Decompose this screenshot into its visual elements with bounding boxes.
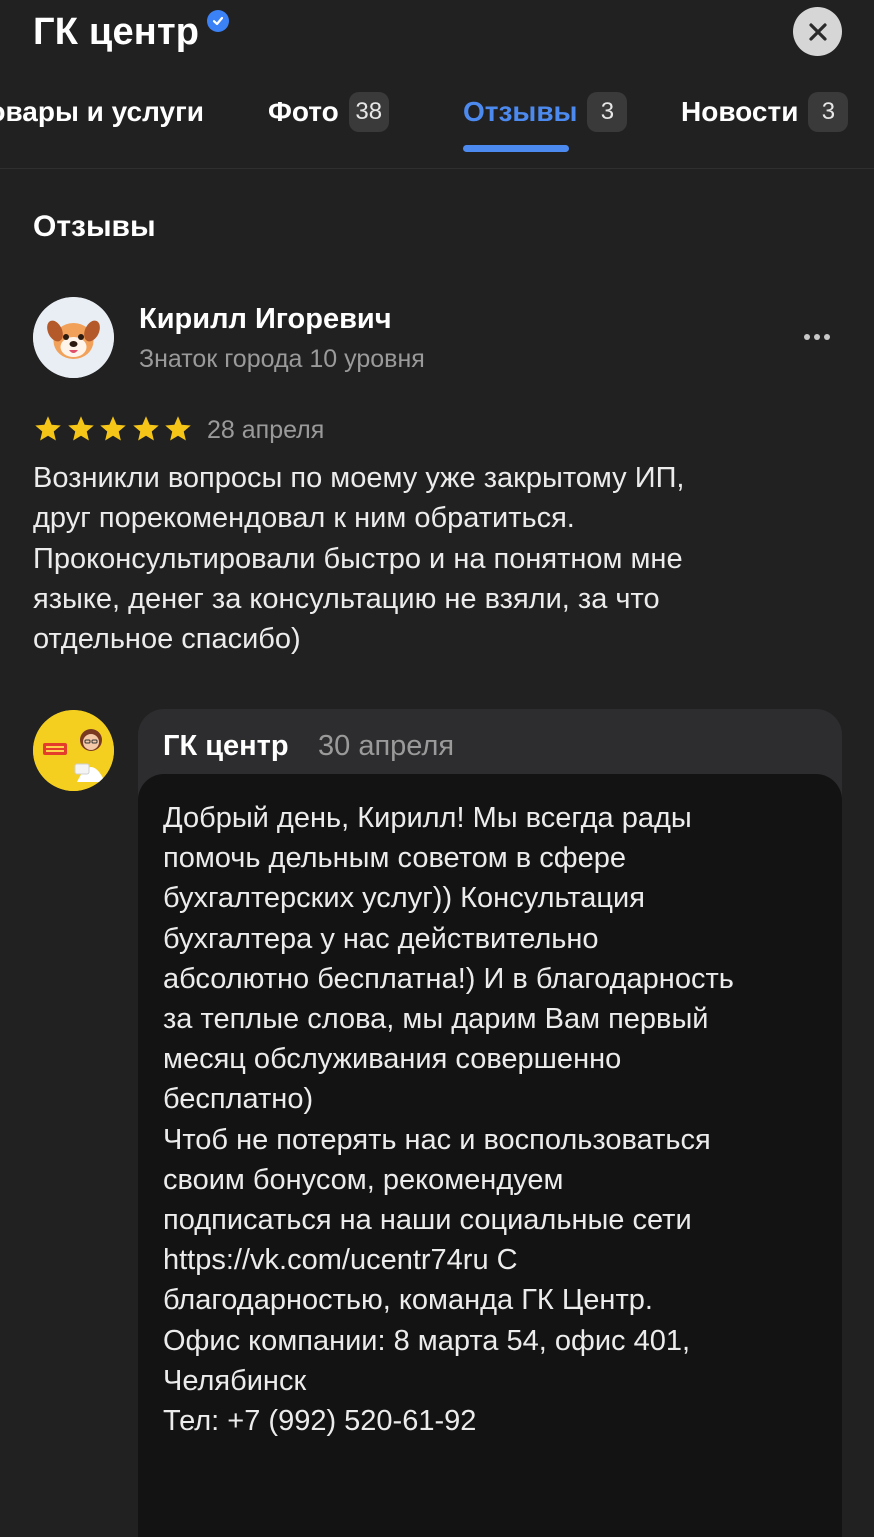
- tab-photo[interactable]: Фото 38: [268, 88, 389, 168]
- close-icon: [808, 22, 827, 41]
- star-icon: [67, 416, 94, 441]
- more-options-button[interactable]: [796, 320, 838, 354]
- star-icon: [165, 416, 191, 441]
- star-icon: [35, 416, 61, 441]
- tab-news[interactable]: Новости 3: [681, 88, 849, 168]
- reply-company-name[interactable]: ГК центр: [163, 725, 289, 767]
- organization-reviews-screen: ГК центр Товары и услуги Фото 38 Отзывы …: [0, 0, 874, 1537]
- count-badge: 38: [348, 92, 389, 132]
- page-title: ГК центр: [33, 11, 200, 53]
- tab-label: Отзывы: [463, 96, 578, 127]
- tab-label: Товары и услуги: [0, 96, 204, 127]
- tab-label: Фото: [268, 96, 339, 127]
- reply-text: Добрый день, Кирилл! Мы всегда рады помо…: [163, 802, 734, 1438]
- tab-goods-services[interactable]: Товары и услуги: [0, 88, 204, 168]
- verified-check-icon: [207, 10, 230, 32]
- header: ГК центр Товары и услуги Фото 38 Отзывы …: [0, 0, 874, 169]
- tab-label: Новости: [681, 96, 799, 127]
- close-button[interactable]: [793, 7, 842, 56]
- reply-date: 30 апреля: [318, 730, 455, 762]
- rating-stars: [33, 414, 196, 444]
- review-author-level: Знаток города 10 уровня: [139, 345, 425, 373]
- company-logo-avatar-icon[interactable]: [33, 710, 114, 791]
- active-tab-indicator: [463, 145, 569, 152]
- tab-bar: Товары и услуги Фото 38 Отзывы 3 Новости…: [0, 88, 874, 168]
- count-badge: 3: [587, 92, 628, 132]
- star-icon: [100, 416, 126, 441]
- star-icon: [132, 416, 159, 441]
- puppy-avatar-icon[interactable]: [33, 297, 114, 378]
- count-badge: 3: [808, 92, 849, 132]
- review-author-name[interactable]: Кирилл Игоревич: [139, 298, 392, 340]
- review-date: 28 апреля: [207, 416, 325, 444]
- review-text: Возникли вопросы по моему уже закрытому …: [33, 462, 685, 656]
- more-dots-icon: [804, 334, 830, 340]
- section-title: Отзывы: [33, 210, 156, 243]
- tab-reviews[interactable]: Отзывы 3: [463, 88, 628, 168]
- title-row: ГК центр: [33, 6, 230, 58]
